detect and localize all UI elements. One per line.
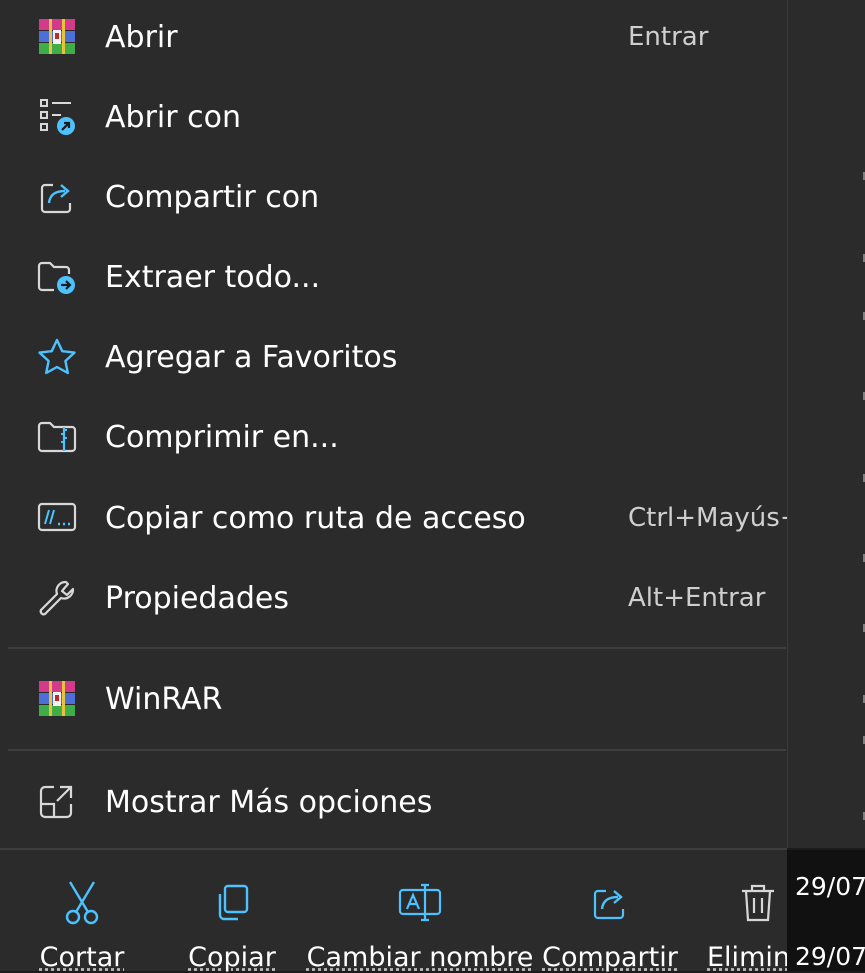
toolbar-label: Copiar [188,942,276,973]
share-icon [36,176,78,218]
toolbar-label: Cambiar nombre [306,942,534,973]
menu-item-mas-opciones[interactable]: Mostrar Más opciones [0,762,787,842]
menu-item-agregar-favoritos[interactable]: Agregar a Favoritos [0,317,787,397]
extract-folder-icon [36,256,78,298]
share-button[interactable]: Compartir [540,850,680,973]
toolbar-label: Eliminar [707,942,787,971]
menu-separator [8,749,786,751]
menu-item-compartir-con[interactable]: Compartir con [0,157,787,237]
menu-item-propiedades[interactable]: Propiedades Alt+Entrar [0,558,787,638]
menu-item-label: WinRAR [105,681,223,717]
file-date: 29/07 [795,872,865,901]
toolbar-label: Cortar [39,942,125,973]
menu-item-label: Propiedades [105,580,289,616]
menu-item-comprimir-en[interactable]: Comprimir en... [0,397,787,477]
open-with-icon [36,96,78,138]
menu-item-copiar-ruta[interactable]: Copiar como ruta de acceso Ctrl+Mayús+ [0,478,787,558]
menu-item-label: Comprimir en... [105,419,339,455]
menu-item-abrir[interactable]: Abrir Entrar [0,0,787,77]
cut-button[interactable]: Cortar [22,850,142,973]
winrar-icon [36,678,78,720]
menu-item-abrir-con[interactable]: Abrir con [0,77,787,157]
scissors-icon [62,878,102,928]
rename-button[interactable]: Cambiar nombre [307,850,533,973]
wrench-icon [36,577,78,619]
menu-item-label: Abrir con [105,99,241,135]
share-icon [590,878,630,928]
star-icon [36,336,78,378]
menu-separator [8,647,786,649]
shortcut-text: Ctrl+Mayús+ [628,503,787,533]
file-list-background [787,0,865,848]
toolbar-label: Compartir [542,942,678,973]
rename-icon [398,878,442,928]
winrar-icon [36,16,78,58]
copy-icon [212,878,252,928]
menu-item-label: Extraer todo... [105,259,321,295]
file-date: 29/07 [795,942,865,971]
menu-item-label: Compartir con [105,179,320,215]
trash-icon [739,878,777,928]
command-toolbar: Cortar Copiar Cambiar nombre Compartir E… [0,850,787,973]
context-menu: Abrir Entrar Abrir con Compartir con Ext… [0,0,787,973]
menu-item-label: Agregar a Favoritos [105,339,398,375]
delete-button[interactable]: Eliminar [700,850,787,971]
menu-item-label: Mostrar Más opciones [105,784,433,820]
copy-button[interactable]: Copiar [172,850,292,973]
menu-item-label: Copiar como ruta de acceso [105,500,526,536]
shortcut-text: Alt+Entrar [628,583,766,613]
menu-item-winrar[interactable]: WinRAR [0,659,787,739]
copy-path-icon [36,497,78,539]
shortcut-text: Entrar [628,22,709,52]
menu-item-label: Abrir [105,19,178,55]
date-column: 29/07 29/07 [787,850,865,971]
menu-item-extraer-todo[interactable]: Extraer todo... [0,237,787,317]
more-options-icon [36,781,78,823]
zip-folder-icon [36,416,78,458]
